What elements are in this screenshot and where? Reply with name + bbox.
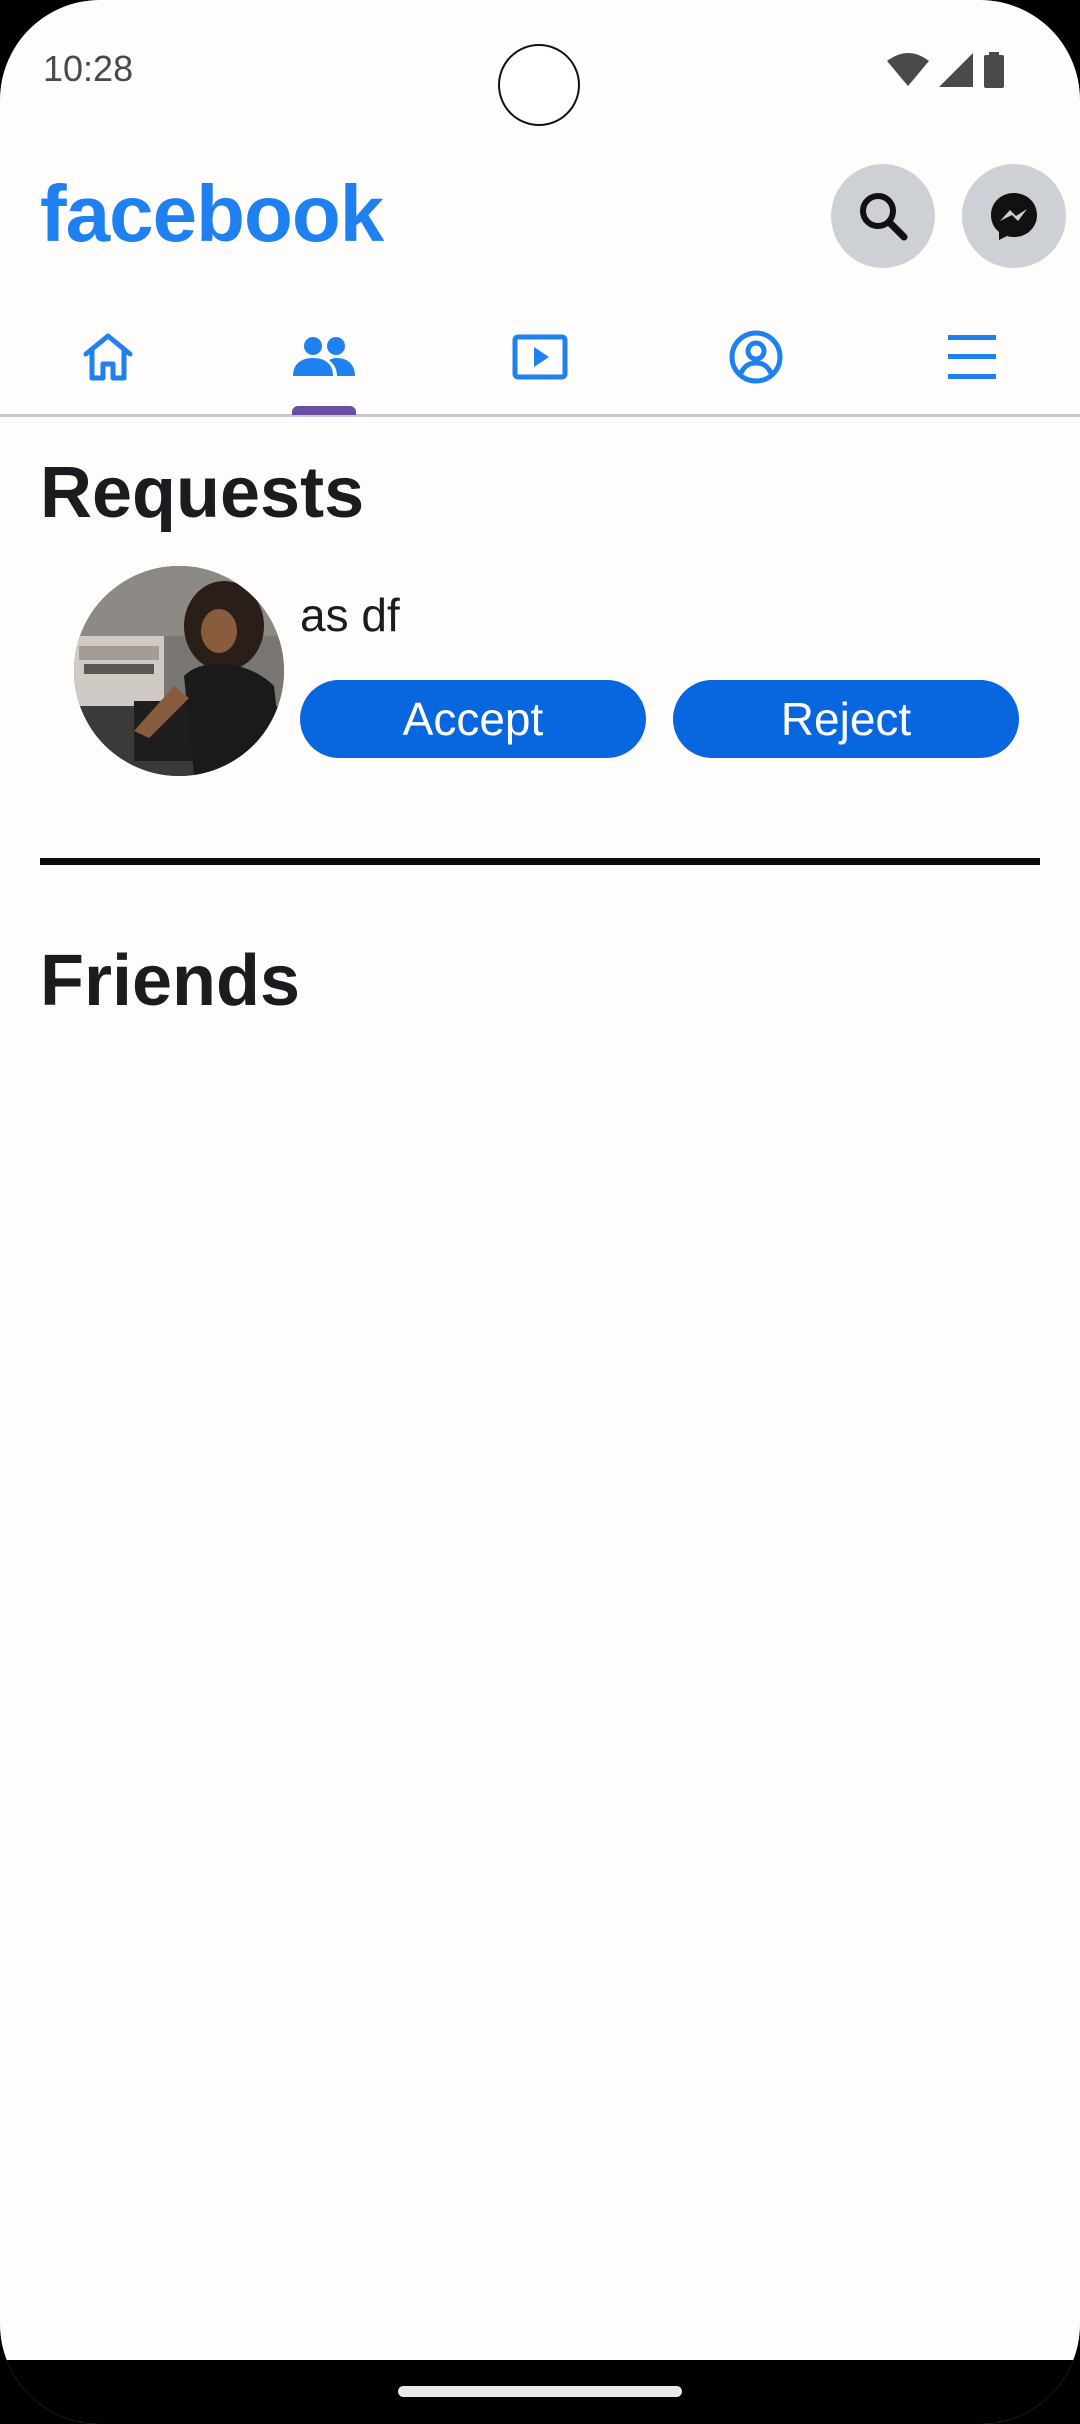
wifi-icon (887, 53, 929, 86)
tab-menu[interactable] (864, 300, 1080, 414)
brand-logo-text: facebook (40, 169, 384, 258)
tab-friends[interactable] (216, 300, 432, 414)
app-header: facebook (0, 150, 1080, 280)
tab-watch[interactable] (432, 300, 648, 414)
cellular-icon (939, 53, 973, 87)
tab-profile[interactable] (648, 300, 864, 414)
avatar-photo (74, 566, 284, 776)
screen: 10:28 facebook Requests as df Accept Rej… (0, 0, 1080, 2424)
home-gesture-handle[interactable] (398, 2386, 682, 2397)
friends-icon (293, 337, 355, 376)
status-icons (887, 50, 1005, 90)
avatar[interactable] (74, 566, 284, 776)
messenger-button[interactable] (962, 164, 1066, 268)
messenger-icon (991, 193, 1037, 240)
camera-cutout (498, 44, 580, 126)
section-divider (40, 858, 1040, 865)
video-icon (512, 334, 568, 380)
battery-icon (984, 52, 1004, 88)
status-time: 10:28 (43, 48, 134, 89)
reject-button[interactable]: Reject (673, 680, 1019, 758)
requests-title: Requests (40, 453, 365, 533)
home-icon (83, 333, 133, 381)
request-name[interactable]: as df (300, 588, 400, 642)
tab-home[interactable] (0, 300, 216, 414)
accept-button[interactable]: Accept (300, 680, 646, 758)
tab-selected-indicator (292, 406, 356, 415)
tab-bar (0, 300, 1080, 417)
menu-icon (948, 335, 996, 379)
friends-title: Friends (40, 941, 301, 1021)
search-button[interactable] (831, 164, 935, 268)
status-bar: 10:28 (0, 0, 1080, 140)
search-icon (860, 193, 908, 241)
profile-icon (729, 330, 783, 384)
